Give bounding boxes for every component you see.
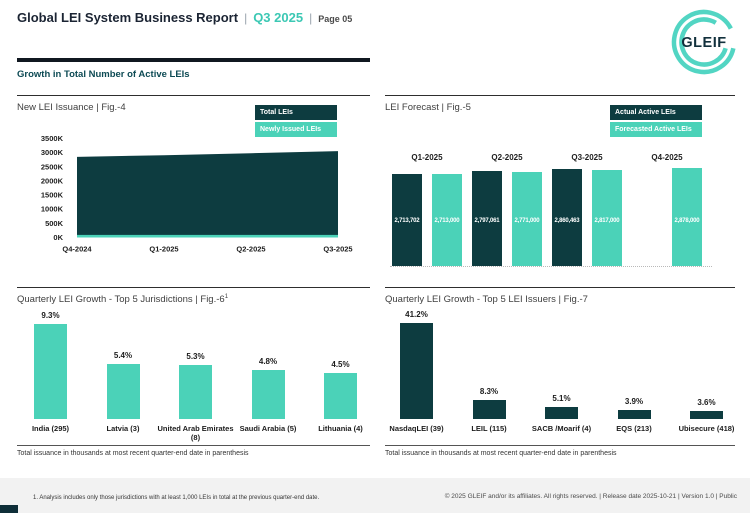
bar-nasdaqlei-39- bbox=[400, 323, 433, 419]
fig6-title: Quarterly LEI Growth - Top 5 Jurisdictio… bbox=[17, 294, 228, 305]
panel-fig6: Quarterly LEI Growth - Top 5 Jurisdictio… bbox=[17, 287, 370, 466]
bar-category-label: India (295) bbox=[11, 424, 91, 433]
bar-latvia-3- bbox=[107, 364, 140, 419]
bar-value-label: 2,771,000 bbox=[512, 218, 542, 224]
bar-eqs-213- bbox=[618, 410, 651, 419]
bar-category-label: NasdaqLEI (39) bbox=[377, 424, 457, 433]
bar-united-arab-emirates-8- bbox=[179, 365, 212, 419]
fig5-quarter-label: Q4-2025 bbox=[627, 153, 707, 162]
fig7-note-rule bbox=[385, 445, 735, 446]
fig7-note: Total issuance in thousands at most rece… bbox=[385, 450, 617, 457]
panel-fig4: New LEI Issuance | Fig.-4 Total LEIsNewl… bbox=[17, 95, 370, 281]
page-corner-marker bbox=[0, 505, 18, 513]
report-title: Global LEI System Business Report bbox=[17, 10, 238, 25]
bar-value-label: 2,878,000 bbox=[672, 218, 702, 224]
fig6-note: Total issuance in thousands at most rece… bbox=[17, 450, 249, 457]
bar-percent-label: 5.4% bbox=[87, 351, 160, 360]
gleif-logo: GLEIF bbox=[668, 6, 740, 78]
svg-text:1000K: 1000K bbox=[41, 205, 64, 214]
bar-category-label: SACB /Moarif (4) bbox=[522, 424, 602, 433]
fig7-title: Quarterly LEI Growth - Top 5 LEI Issuers… bbox=[385, 294, 588, 305]
bar-category-label: Saudi Arabia (5) bbox=[228, 424, 308, 433]
gleif-logo-rings: GLEIF bbox=[668, 6, 740, 78]
legend-item-forecasted-active-leis: Forecasted Active LEIs bbox=[610, 122, 702, 137]
svg-text:Q2-2025: Q2-2025 bbox=[236, 245, 265, 254]
bar-ubisecure-418- bbox=[690, 411, 723, 419]
fig5-quarter-label: Q3-2025 bbox=[547, 153, 627, 162]
report-period: Q3 2025 bbox=[253, 10, 303, 25]
fig6-title-superscript: 1 bbox=[225, 294, 228, 300]
svg-text:3000K: 3000K bbox=[41, 148, 64, 157]
fig4-area-chart: 0K 500K 1000K 1500K 2000K 2500K 3000K 3500K Q4-2… bbox=[17, 96, 370, 261]
svg-text:2000K: 2000K bbox=[41, 176, 64, 185]
bar-value-label: 2,817,000 bbox=[592, 218, 622, 224]
bar-india-295- bbox=[34, 324, 67, 419]
bar-leil-115- bbox=[473, 400, 506, 419]
svg-text:Q3-2025: Q3-2025 bbox=[323, 245, 352, 254]
fig5-baseline bbox=[390, 266, 712, 267]
bar-lithuania-4- bbox=[324, 373, 357, 419]
section-rule bbox=[17, 58, 370, 62]
bar-percent-label: 3.6% bbox=[670, 398, 743, 407]
copyright: © 2025 GLEIF and/or its affiliates. All … bbox=[445, 493, 737, 500]
bar-sacb-moarif-4- bbox=[545, 407, 578, 419]
legend-item-actual-active-leis: Actual Active LEIs bbox=[610, 105, 702, 120]
bar-forecast-q4-2025 bbox=[672, 168, 702, 266]
footnote: 1. Analysis includes only those jurisdic… bbox=[33, 495, 319, 501]
header-divider: | bbox=[309, 11, 312, 25]
section-heading: Growth in Total Number of Active LEIs bbox=[17, 69, 190, 80]
bar-percent-label: 8.3% bbox=[453, 387, 526, 396]
bar-value-label: 2,713,702 bbox=[392, 218, 422, 224]
area-newly-issued-leis bbox=[77, 235, 338, 238]
bar-category-label: LEIL (115) bbox=[449, 424, 529, 433]
bar-category-label: United Arab Emirates (8) bbox=[156, 424, 236, 442]
report-page: Global LEI System Business Report | Q3 2… bbox=[0, 0, 750, 513]
fig5-legend: Actual Active LEIs Forecasted Active LEIs bbox=[610, 105, 702, 139]
svg-text:3500K: 3500K bbox=[41, 134, 64, 143]
panel-fig7: Quarterly LEI Growth - Top 5 LEI Issuers… bbox=[385, 287, 735, 466]
svg-text:2500K: 2500K bbox=[41, 162, 64, 171]
bar-category-label: EQS (213) bbox=[594, 424, 674, 433]
bar-category-label: Latvia (3) bbox=[83, 424, 163, 433]
bar-percent-label: 4.8% bbox=[232, 357, 305, 366]
logo-text: GLEIF bbox=[681, 35, 726, 51]
bar-percent-label: 3.9% bbox=[598, 397, 671, 406]
report-header: Global LEI System Business Report | Q3 2… bbox=[17, 10, 352, 25]
svg-text:0K: 0K bbox=[53, 233, 63, 242]
area-total-leis bbox=[77, 151, 338, 237]
svg-text:Q1-2025: Q1-2025 bbox=[149, 245, 178, 254]
bar-saudi-arabia-5- bbox=[252, 370, 285, 419]
fig5-title: LEI Forecast | Fig.-5 bbox=[385, 102, 471, 113]
bar-percent-label: 9.3% bbox=[14, 311, 87, 320]
bar-percent-label: 41.2% bbox=[380, 310, 453, 319]
bar-percent-label: 5.1% bbox=[525, 394, 598, 403]
bar-value-label: 2,797,061 bbox=[472, 218, 502, 224]
fig6-title-text: Quarterly LEI Growth - Top 5 Jurisdictio… bbox=[17, 294, 225, 305]
svg-text:500K: 500K bbox=[45, 219, 64, 228]
bar-category-label: Ubisecure (418) bbox=[667, 424, 747, 433]
bar-value-label: 2,860,463 bbox=[552, 218, 582, 224]
bar-percent-label: 4.5% bbox=[304, 360, 377, 369]
panel-fig5: LEI Forecast | Fig.-5 Actual Active LEIs… bbox=[385, 95, 735, 281]
page-number: Page 05 bbox=[318, 14, 352, 24]
bar-value-label: 2,713,000 bbox=[432, 218, 462, 224]
bar-percent-label: 5.3% bbox=[159, 352, 232, 361]
fig5-quarter-label: Q2-2025 bbox=[467, 153, 547, 162]
bar-category-label: Lithuania (4) bbox=[301, 424, 381, 433]
fig6-note-rule bbox=[17, 445, 370, 446]
svg-text:Q4-2024: Q4-2024 bbox=[62, 245, 92, 254]
fig5-quarter-label: Q1-2025 bbox=[387, 153, 467, 162]
header-divider: | bbox=[244, 11, 247, 25]
svg-text:1500K: 1500K bbox=[41, 191, 64, 200]
